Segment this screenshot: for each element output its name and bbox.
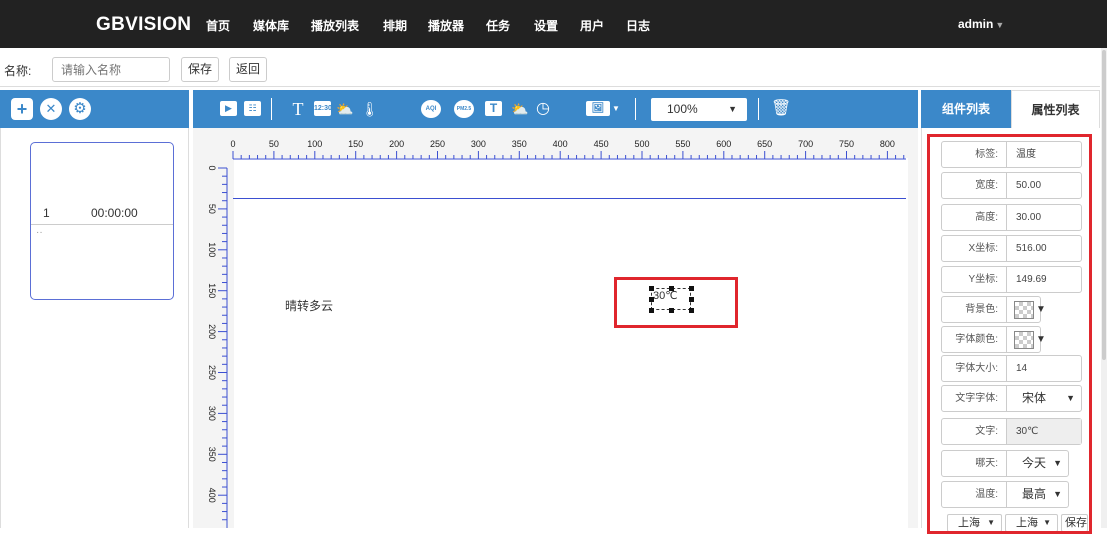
ruler-label: 450 — [594, 139, 609, 149]
ruler-label: 650 — [757, 139, 772, 149]
vertical-ruler: 0 50 100 150 200 250 300 350 400 — [207, 165, 228, 528]
ruler-label: 250 — [430, 139, 445, 149]
weather-icon[interactable]: ⛅ — [336, 100, 353, 118]
timeline-card[interactable]: 1 00:00:00 ·· — [30, 142, 174, 300]
horizontal-ruler: 0 50 100 150 200 250 300 350 400 450 500 550 600 650 7… — [230, 139, 906, 160]
ruler-label: 600 — [716, 139, 731, 149]
resize-handle[interactable] — [669, 286, 674, 291]
ruler-label: 50 — [269, 139, 279, 149]
nav-home[interactable]: 首页 — [206, 17, 230, 34]
resize-handle[interactable] — [689, 286, 694, 291]
sunny-cloud-icon[interactable]: ⛅ — [511, 100, 529, 118]
nav-logs[interactable]: 日志 — [626, 17, 650, 34]
resize-handle[interactable] — [669, 308, 674, 313]
nav-users[interactable]: 用户 — [580, 17, 604, 34]
chevron-down-icon: ▼ — [995, 20, 1005, 30]
ruler-label: 150 — [348, 139, 363, 149]
nav-media-library[interactable]: 媒体库 — [253, 17, 289, 34]
tab-properties[interactable]: 属性列表 — [1011, 90, 1100, 128]
ruler-label: 150 — [207, 283, 217, 298]
ruler-label: 700 — [798, 139, 813, 149]
timeline-row[interactable]: 1 00:00:00 — [31, 203, 173, 225]
gear-icon[interactable]: ⚙ — [69, 98, 91, 120]
pm25-icon[interactable]: PM2.5 — [454, 100, 474, 118]
resize-handle[interactable] — [649, 308, 654, 313]
ruler-label: 50 — [207, 204, 217, 214]
resize-handle[interactable] — [689, 297, 694, 302]
name-bar: 名称: 保存 返回 — [0, 54, 1100, 84]
brand-logo[interactable]: GBVISION — [96, 14, 191, 36]
list-icon[interactable]: ☷ — [244, 101, 261, 116]
user-menu[interactable]: admin ▼ — [958, 17, 1004, 31]
trash-icon[interactable]: 🗑 — [771, 100, 791, 118]
divider — [0, 86, 1100, 87]
timeline-extra: ·· — [36, 227, 43, 238]
timeline-panel: 1 00:00:00 ·· — [0, 128, 189, 528]
name-label: 名称: — [4, 64, 32, 78]
clock-icon[interactable]: ◷ — [534, 100, 552, 118]
canvas-stage[interactable] — [234, 158, 908, 528]
remove-icon[interactable]: ✕ — [40, 98, 62, 120]
toolbar-separator — [271, 98, 272, 120]
temperature-widget[interactable]: 30℃ — [651, 288, 691, 310]
nav-playlist[interactable]: 播放列表 — [311, 17, 359, 34]
textbox-icon[interactable]: T — [485, 101, 502, 116]
ruler-label: 300 — [207, 406, 217, 421]
weather-text-widget[interactable]: 晴转多云 — [285, 297, 333, 314]
user-name: admin — [958, 17, 994, 31]
video-icon[interactable]: ▶ — [220, 101, 237, 116]
zoom-value: 100% — [667, 102, 698, 116]
resize-handle[interactable] — [649, 297, 654, 302]
back-button[interactable]: 返回 — [229, 57, 268, 82]
resize-handle[interactable] — [649, 286, 654, 291]
timeline-toolbar: + ✕ ⚙ — [0, 90, 189, 128]
aqi-icon[interactable]: AQI — [421, 100, 441, 118]
toolbar-separator — [635, 98, 636, 120]
ruler-label: 400 — [207, 488, 217, 503]
save-button[interactable]: 保存 — [181, 57, 220, 82]
right-tabs: 组件列表 属性列表 — [921, 90, 1100, 128]
ruler-label: 0 — [207, 165, 217, 170]
clock-digital-icon[interactable]: 12:30 — [314, 101, 332, 116]
properties-highlight — [927, 134, 1092, 534]
toolbar-separator — [758, 98, 759, 120]
ruler-label: 400 — [553, 139, 568, 149]
ruler-label: 200 — [389, 139, 404, 149]
zoom-select[interactable]: 100% ▼ — [651, 98, 747, 121]
ruler-label: 750 — [839, 139, 854, 149]
nav-schedule[interactable]: 排期 — [383, 17, 407, 34]
ruler-label: 200 — [207, 324, 217, 339]
nav-task[interactable]: 任务 — [486, 17, 510, 34]
chevron-down-icon[interactable]: ▼ — [611, 100, 621, 118]
ruler-label: 250 — [207, 365, 217, 380]
widget-toolbar: ▶ ☷ T 12:30 ⛅ 🌡 AQI PM2.5 T ⛅ ◷ 🖼 ▼ 100%… — [193, 90, 918, 128]
ruler-label: 500 — [634, 139, 649, 149]
ruler-label: 800 — [880, 139, 895, 149]
ruler-label: 300 — [471, 139, 486, 149]
tab-components[interactable]: 组件列表 — [921, 90, 1011, 128]
ruler-label: 100 — [207, 242, 217, 257]
nav-player[interactable]: 播放器 — [428, 17, 464, 34]
ruler-label: 550 — [675, 139, 690, 149]
image-icon[interactable]: 🖼 — [586, 101, 610, 116]
chevron-down-icon: ▼ — [728, 104, 737, 114]
guide-line — [233, 198, 906, 199]
ruler-label: 350 — [207, 447, 217, 462]
timeline-index: 1 — [43, 206, 50, 220]
name-input[interactable] — [52, 57, 170, 82]
timeline-time: 00:00:00 — [91, 206, 138, 220]
resize-handle[interactable] — [689, 308, 694, 313]
ruler-label: 0 — [230, 139, 235, 149]
thermometer-icon[interactable]: 🌡 — [361, 100, 379, 118]
page-scrollbar-thumb[interactable] — [1102, 50, 1106, 360]
ruler-label: 350 — [512, 139, 527, 149]
add-icon[interactable]: + — [11, 98, 33, 120]
canvas-area: 0 50 100 150 200 250 300 350 400 450 500 550 600 650 7… — [193, 128, 918, 528]
ruler-label: 100 — [307, 139, 322, 149]
nav-settings[interactable]: 设置 — [534, 17, 558, 34]
text-icon[interactable]: T — [290, 100, 306, 118]
